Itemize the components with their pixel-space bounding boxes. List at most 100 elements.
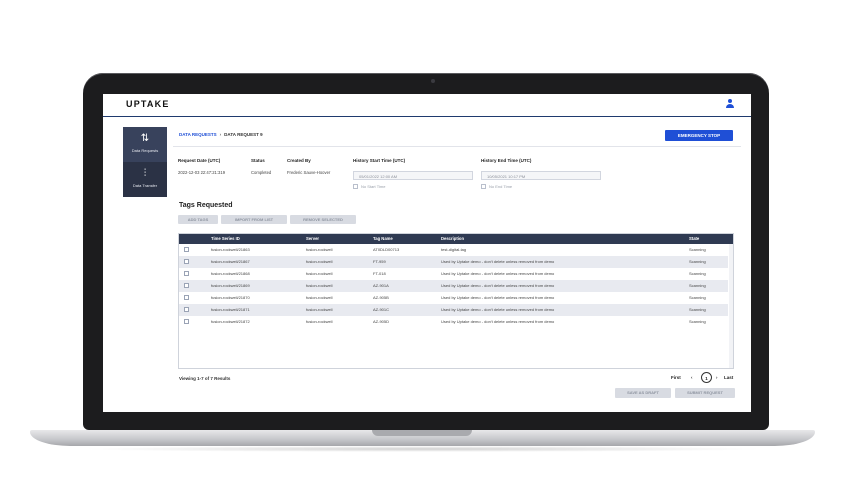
- sidebar-item-data-transfer[interactable]: ⫶ Data Transfer: [123, 162, 167, 197]
- cell-time-series-id: fusion-rockwell/21863: [211, 247, 250, 252]
- cell-description: Used by Uptake demo - don't delete unles…: [441, 319, 555, 324]
- column-header-state[interactable]: State: [689, 234, 699, 244]
- uptake-logo: UPTAKE: [126, 99, 170, 109]
- history-start-label: History Start Time (UTC): [353, 158, 406, 163]
- add-tags-button[interactable]: ADD TAGS: [178, 215, 218, 224]
- table-row[interactable]: fusion-rockwell/21869 fusion-rockwell AZ…: [179, 280, 728, 292]
- column-header-description[interactable]: Description: [441, 234, 464, 244]
- column-header-tag-name[interactable]: Tag Name: [373, 234, 393, 244]
- remove-selected-button[interactable]: REMOVE SELECTED: [290, 215, 356, 224]
- table-row[interactable]: fusion-rockwell/21872 fusion-rockwell AZ…: [179, 316, 728, 328]
- table-row[interactable]: fusion-rockwell/21871 fusion-rockwell AZ…: [179, 304, 728, 316]
- tags-requested-heading: Tags Requested: [179, 202, 233, 209]
- breadcrumb-root-link[interactable]: DATA REQUESTS: [179, 132, 217, 137]
- cell-tag-name: AT0DLD00713: [373, 247, 400, 252]
- transfer-chart-icon: ⫶: [143, 168, 147, 179]
- sort-arrows-icon: ⇅: [140, 133, 150, 144]
- cell-tag-name: FT-018: [373, 271, 386, 276]
- cell-server: fusion-rockwell: [306, 271, 333, 276]
- cell-description: Used by Uptake demo - don't delete unles…: [441, 271, 555, 276]
- cell-time-series-id: fusion-rockwell/21871: [211, 307, 250, 312]
- column-header-time-series-id[interactable]: Time Series ID: [211, 234, 240, 244]
- sidebar-item-label: Data Requests: [131, 148, 159, 153]
- sidebar-item-data-requests[interactable]: ⇅ Data Requests: [123, 127, 167, 162]
- app-screen: UPTAKE ⇅ Data Requests ⫶ Data Transfer D…: [103, 94, 751, 412]
- status-value: Completed: [251, 170, 272, 175]
- row-checkbox[interactable]: [184, 247, 189, 252]
- history-end-input[interactable]: 10/05/2021 10:17 PM: [481, 171, 601, 180]
- request-date-label: Request Date (UTC): [178, 158, 221, 163]
- created-by-value: Frederic Sauve-Hoover: [287, 170, 331, 175]
- cell-state: Scanning: [689, 271, 706, 276]
- first-page-link[interactable]: First: [671, 375, 681, 380]
- cell-server: fusion-rockwell: [306, 283, 333, 288]
- breadcrumb-current: DATA REQUEST 9: [224, 132, 263, 137]
- table-header: Time Series ID Server Tag Name Descripti…: [179, 234, 733, 244]
- top-bar: UPTAKE: [103, 94, 751, 117]
- row-checkbox[interactable]: [184, 259, 189, 264]
- cell-time-series-id: fusion-rockwell/21867: [211, 259, 250, 264]
- emergency-stop-button[interactable]: EMERGENCY STOP: [665, 130, 733, 141]
- results-count: Viewing 1-7 of 7 Results: [179, 376, 231, 381]
- created-by-label: Created By: [287, 158, 311, 163]
- cell-description: Used by Uptake demo - don't delete unles…: [441, 295, 555, 300]
- cell-server: fusion-rockwell: [306, 247, 333, 252]
- history-start-input[interactable]: 05/01/2022 12:00 AM: [353, 171, 473, 180]
- no-start-checkbox[interactable]: [353, 184, 358, 189]
- main-content: DATA REQUESTS › DATA REQUEST 9 EMERGENCY S…: [173, 124, 741, 410]
- cell-description: Used by Uptake demo - don't delete unles…: [441, 259, 555, 264]
- header-divider: [173, 146, 741, 147]
- next-page-button[interactable]: ›: [716, 375, 718, 380]
- no-start-label: No Start Time: [361, 184, 386, 189]
- cell-description: Used by Uptake demo - don't delete unles…: [441, 283, 555, 288]
- cell-server: fusion-rockwell: [306, 307, 333, 312]
- sidebar-item-label: Data Transfer: [132, 183, 158, 188]
- tags-table: Time Series ID Server Tag Name Descripti…: [178, 233, 734, 369]
- cell-tag-name: AZ-905B: [373, 295, 389, 300]
- cell-server: fusion-rockwell: [306, 259, 333, 264]
- current-page[interactable]: 1: [701, 372, 712, 383]
- breadcrumb-separator: ›: [219, 132, 222, 137]
- laptop-notch: [372, 430, 472, 436]
- cell-server: fusion-rockwell: [306, 295, 333, 300]
- cell-description: test-digital-tag: [441, 247, 467, 252]
- row-checkbox[interactable]: [184, 307, 189, 312]
- table-row[interactable]: fusion-rockwell/21870 fusion-rockwell AZ…: [179, 292, 728, 304]
- table-row[interactable]: fusion-rockwell/21863 fusion-rockwell AT…: [179, 244, 728, 256]
- cell-state: Scanning: [689, 247, 706, 252]
- save-as-draft-button[interactable]: SAVE AS DRAFT: [615, 388, 671, 398]
- cell-tag-name: AZ-901C: [373, 307, 390, 312]
- sidebar: ⇅ Data Requests ⫶ Data Transfer: [123, 127, 167, 197]
- camera-dot: [431, 79, 435, 83]
- user-icon[interactable]: [725, 99, 735, 109]
- column-header-server[interactable]: Server: [306, 234, 319, 244]
- laptop-shadow: [80, 446, 765, 452]
- breadcrumb: DATA REQUESTS › DATA REQUEST 9: [179, 132, 263, 137]
- import-from-list-button[interactable]: IMPORT FROM LIST: [221, 215, 287, 224]
- cell-time-series-id: fusion-rockwell/21872: [211, 319, 250, 324]
- cell-tag-name: AZ-901A: [373, 283, 389, 288]
- cell-state: Scanning: [689, 307, 706, 312]
- cell-server: fusion-rockwell: [306, 319, 333, 324]
- submit-request-button[interactable]: SUBMIT REQUEST: [675, 388, 735, 398]
- row-checkbox[interactable]: [184, 271, 189, 276]
- row-checkbox[interactable]: [184, 295, 189, 300]
- no-end-checkbox[interactable]: [481, 184, 486, 189]
- last-page-link[interactable]: Last: [724, 375, 733, 380]
- cell-time-series-id: fusion-rockwell/21868: [211, 271, 250, 276]
- table-scrollbar[interactable]: [729, 244, 733, 368]
- row-checkbox[interactable]: [184, 319, 189, 324]
- table-row[interactable]: fusion-rockwell/21867 fusion-rockwell FT…: [179, 256, 728, 268]
- cell-tag-name: FT-959: [373, 259, 386, 264]
- table-row[interactable]: fusion-rockwell/21868 fusion-rockwell FT…: [179, 268, 728, 280]
- cell-tag-name: AZ-905D: [373, 319, 390, 324]
- cell-state: Scanning: [689, 259, 706, 264]
- no-end-label: No End Time: [489, 184, 513, 189]
- prev-page-button[interactable]: ‹: [691, 375, 693, 380]
- row-checkbox[interactable]: [184, 283, 189, 288]
- status-label: Status: [251, 158, 265, 163]
- request-date-value: 2022-12-03 22:47:21:319: [178, 170, 226, 175]
- cell-time-series-id: fusion-rockwell/21869: [211, 283, 250, 288]
- cell-description: Used by Uptake demo - don't delete unles…: [441, 307, 555, 312]
- cell-state: Scanning: [689, 295, 706, 300]
